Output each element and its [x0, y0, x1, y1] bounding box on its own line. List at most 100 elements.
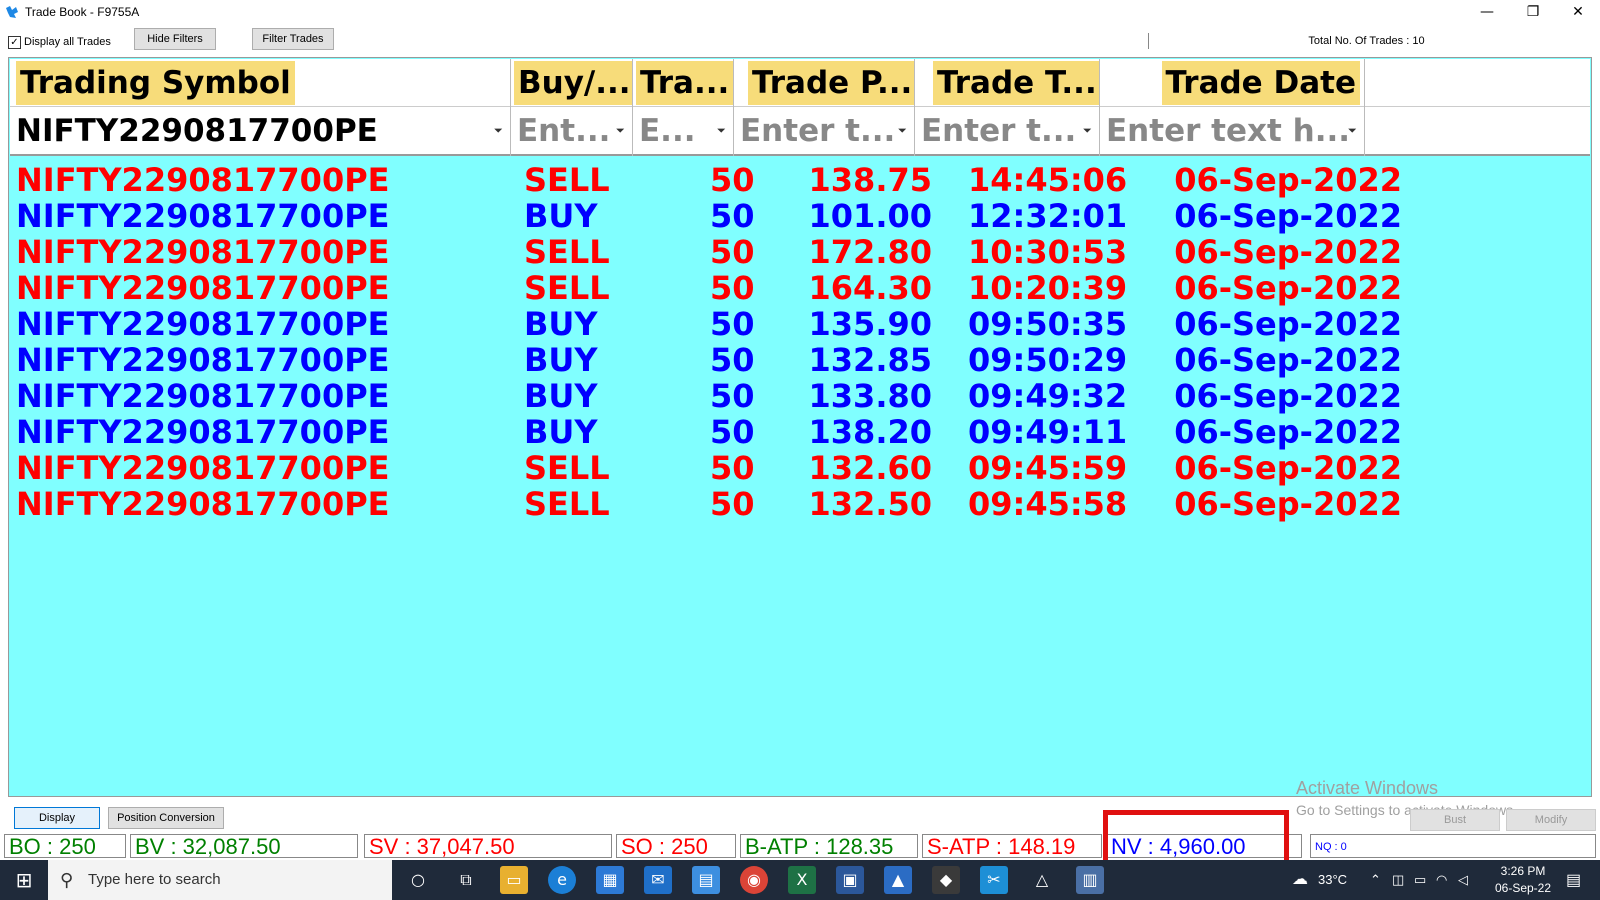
cell-qty: 50: [710, 233, 755, 271]
calculator-icon[interactable]: ▥: [1076, 866, 1104, 894]
column-header-symbol[interactable]: Trading Symbol: [10, 59, 511, 107]
filter-funnel-icon[interactable]: ⏷: [616, 125, 628, 137]
cell-price: 135.90: [808, 305, 932, 343]
trade-row[interactable]: NIFTY2290817700PE SELL 50 132.60 09:45:5…: [10, 450, 1590, 486]
position-conversion-button[interactable]: Position Conversion: [108, 807, 224, 829]
cell-symbol: NIFTY2290817700PE: [16, 341, 390, 379]
trade-row[interactable]: NIFTY2290817700PE SELL 50 172.80 10:30:5…: [10, 234, 1590, 270]
trade-row[interactable]: NIFTY2290817700PE BUY 50 133.80 09:49:32…: [10, 378, 1590, 414]
weather-icon[interactable]: ☁: [1292, 869, 1308, 889]
status-so: SO : 250: [616, 834, 736, 858]
cell-symbol: NIFTY2290817700PE: [16, 161, 390, 199]
filter-funnel-icon[interactable]: ⏷: [717, 125, 729, 137]
store-icon[interactable]: ▦: [596, 866, 624, 894]
windows-start-icon[interactable]: ⊞: [0, 860, 48, 900]
photos-icon[interactable]: ▲: [884, 866, 912, 894]
column-header-qty[interactable]: Tra...: [633, 59, 734, 107]
filter-cell-symbol[interactable]: NIFTY2290817700PE ⏷: [10, 107, 511, 156]
filter-input-date[interactable]: Enter text h...: [1106, 107, 1350, 156]
excel-icon[interactable]: X: [788, 866, 816, 894]
filter-trades-button[interactable]: Filter Trades: [252, 28, 334, 50]
filter-cell-time[interactable]: Enter t... ⏷: [915, 107, 1100, 156]
battery-icon[interactable]: ▭: [1414, 872, 1426, 888]
trading-app-icon[interactable]: ◆: [932, 866, 960, 894]
filter-input-side[interactable]: Ent...: [517, 107, 610, 156]
column-header-label: Trade P...: [748, 61, 914, 105]
filter-input-symbol[interactable]: NIFTY2290817700PE: [16, 107, 378, 156]
cell-symbol: NIFTY2290817700PE: [16, 485, 390, 523]
filter-funnel-icon[interactable]: ⏷: [1083, 125, 1095, 137]
volume-icon[interactable]: ◁: [1458, 872, 1468, 888]
chrome-icon[interactable]: ◉: [740, 866, 768, 894]
filter-funnel-icon[interactable]: ⏷: [898, 125, 910, 137]
close-button[interactable]: ✕: [1556, 0, 1600, 24]
trade-row[interactable]: NIFTY2290817700PE SELL 50 132.50 09:45:5…: [10, 486, 1590, 522]
filter-input-time[interactable]: Enter t...: [921, 107, 1076, 156]
cell-side: BUY: [524, 305, 598, 343]
weather-temperature[interactable]: 33°C: [1318, 872, 1347, 887]
drive-icon[interactable]: △: [1028, 866, 1056, 894]
clock-time: 3:26 PM: [1500, 864, 1546, 878]
taskbar: ⊞ ⚲ Type here to search ○ ⧉ ▭ e ▦ ✉ ▤ ◉ …: [0, 860, 1600, 900]
trade-row[interactable]: NIFTY2290817700PE BUY 50 135.90 09:50:35…: [10, 306, 1590, 342]
display-all-checkbox[interactable]: ✓: [8, 36, 21, 49]
cell-date: 06-Sep-2022: [1174, 161, 1402, 199]
mail-icon[interactable]: ✉: [644, 866, 672, 894]
filter-cell-date[interactable]: Enter text h... ⏷: [1100, 107, 1365, 156]
file-explorer-icon[interactable]: ▭: [500, 866, 528, 894]
trade-row[interactable]: NIFTY2290817700PE BUY 50 138.20 09:49:11…: [10, 414, 1590, 450]
filter-input-qty[interactable]: E...: [639, 107, 696, 156]
filter-cell-side[interactable]: Ent... ⏷: [511, 107, 633, 156]
app-icon-blue[interactable]: ▤: [692, 866, 720, 894]
cell-price: 138.20: [808, 413, 932, 451]
hide-filters-button[interactable]: Hide Filters: [134, 28, 216, 50]
cortana-icon[interactable]: ○: [404, 866, 432, 894]
filter-row: NIFTY2290817700PE ⏷ Ent... ⏷ E... ⏷ Ente…: [10, 107, 1590, 156]
column-header-time[interactable]: Trade T...: [915, 59, 1100, 107]
column-header-price[interactable]: Trade P...: [734, 59, 915, 107]
activation-watermark-title: Activate Windows: [1296, 778, 1439, 798]
trade-row[interactable]: NIFTY2290817700PE SELL 50 164.30 10:20:3…: [10, 270, 1590, 306]
cell-date: 06-Sep-2022: [1174, 341, 1402, 379]
trade-row[interactable]: NIFTY2290817700PE SELL 50 138.75 14:45:0…: [10, 162, 1590, 198]
system-clock[interactable]: 3:26 PM 06-Sep-22: [1488, 863, 1558, 897]
snipping-tool-icon[interactable]: ✂: [980, 866, 1008, 894]
maximize-button[interactable]: ❐: [1510, 0, 1556, 24]
trade-row[interactable]: NIFTY2290817700PE BUY 50 132.85 09:50:29…: [10, 342, 1590, 378]
task-view-icon[interactable]: ⧉: [452, 866, 480, 894]
edge-icon[interactable]: e: [548, 866, 576, 894]
filter-input-price[interactable]: Enter t...: [740, 107, 895, 156]
modify-button[interactable]: Modify: [1506, 809, 1596, 831]
filter-funnel-icon[interactable]: ⏷: [494, 125, 506, 137]
cell-symbol: NIFTY2290817700PE: [16, 233, 390, 271]
filter-cell-price[interactable]: Enter t... ⏷: [734, 107, 915, 156]
filter-cell-qty[interactable]: E... ⏷: [633, 107, 734, 156]
chevron-up-icon[interactable]: ⌃: [1370, 872, 1381, 888]
minimize-button[interactable]: —: [1464, 0, 1510, 24]
taskbar-search[interactable]: ⚲ Type here to search: [48, 860, 392, 900]
cell-time: 09:45:58: [968, 485, 1128, 523]
meet-now-icon[interactable]: ◫: [1392, 872, 1404, 888]
status-b-atp: B-ATP : 128.35: [740, 834, 918, 858]
cell-side: SELL: [524, 269, 610, 307]
cell-qty: 50: [710, 413, 755, 451]
cell-date: 06-Sep-2022: [1174, 269, 1402, 307]
filter-funnel-icon[interactable]: ⏷: [1348, 125, 1360, 137]
cell-side: SELL: [524, 233, 610, 271]
document-app-icon[interactable]: ▣: [836, 866, 864, 894]
taskbar-search-input[interactable]: Type here to search: [88, 871, 221, 888]
bust-button[interactable]: Bust: [1410, 809, 1500, 831]
display-button[interactable]: Display: [14, 807, 100, 829]
cell-price: 132.60: [808, 449, 932, 487]
wifi-icon[interactable]: ◠: [1436, 872, 1447, 888]
cell-side: BUY: [524, 341, 598, 379]
trade-row[interactable]: NIFTY2290817700PE BUY 50 101.00 12:32:01…: [10, 198, 1590, 234]
column-header-date[interactable]: Trade Date: [1100, 59, 1365, 107]
title-bar: Trade Book - F9755A — ❐ ✕: [0, 0, 1600, 24]
cell-time: 12:32:01: [968, 197, 1128, 235]
notifications-icon[interactable]: ▤: [1566, 870, 1581, 890]
column-header-label: Trade T...: [933, 61, 1099, 105]
window-title: Trade Book - F9755A: [25, 5, 140, 19]
cell-time: 09:50:29: [968, 341, 1128, 379]
column-header-side[interactable]: Buy/...: [511, 59, 633, 107]
